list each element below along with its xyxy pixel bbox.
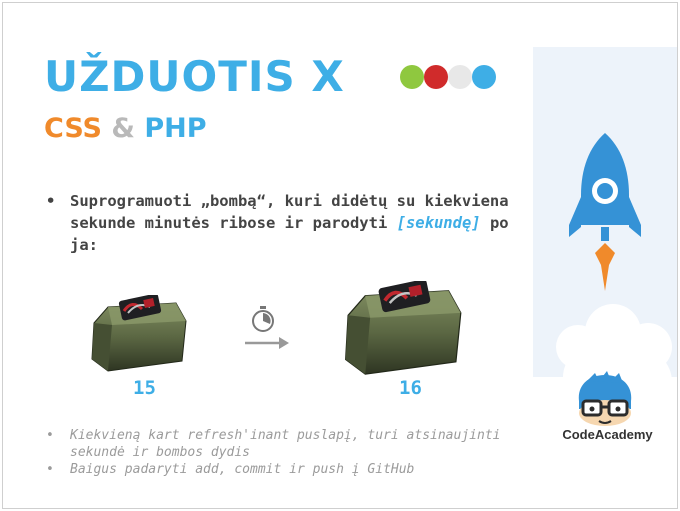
codeacademy-logo-icon xyxy=(578,371,632,426)
bomb-icon xyxy=(91,295,187,372)
brand-name: CodeAcademy xyxy=(562,427,653,442)
bullet-marker: • xyxy=(46,428,54,443)
bullet-marker: • xyxy=(46,192,56,210)
white-dot xyxy=(448,65,472,89)
page-title: UŽDUOTIS X xyxy=(44,52,345,101)
blue-dot xyxy=(472,65,496,89)
slide: UŽDUOTIS X CSS & PHP • Suprogramuoti „bo… xyxy=(2,2,678,509)
note-item: • Baigus padaryti add, commit ir push į … xyxy=(46,461,516,478)
green-dot xyxy=(400,65,424,89)
note-text: Baigus padaryti add, commit ir push į Gi… xyxy=(70,462,415,477)
subtitle-css: CSS xyxy=(44,113,102,144)
subtitle-ampersand: & xyxy=(111,113,135,144)
bullet-marker: • xyxy=(46,462,54,477)
bomb-icon-large xyxy=(345,281,462,375)
stopwatch-arrow-group xyxy=(245,306,289,349)
bomb-small-second: 15 xyxy=(133,377,156,399)
note-item: • Kiekvieną kart refresh'inant puslapį, … xyxy=(46,427,516,461)
arrow-right-icon xyxy=(245,337,289,349)
subtitle: CSS & PHP xyxy=(44,113,207,145)
red-dot xyxy=(424,65,448,89)
bomb-large-second: 16 xyxy=(399,377,422,399)
task-highlight: [sekundę] xyxy=(396,214,481,232)
notes-list: • Kiekvieną kart refresh'inant puslapį, … xyxy=(46,427,516,478)
note-text: Kiekvieną kart refresh'inant puslapį, tu… xyxy=(70,428,501,460)
subtitle-php: PHP xyxy=(144,113,207,144)
color-dots xyxy=(400,65,500,91)
stopwatch-icon xyxy=(252,306,274,332)
task-text: Suprogramuoti „bombą“, kuri didėtų su ki… xyxy=(70,190,510,256)
